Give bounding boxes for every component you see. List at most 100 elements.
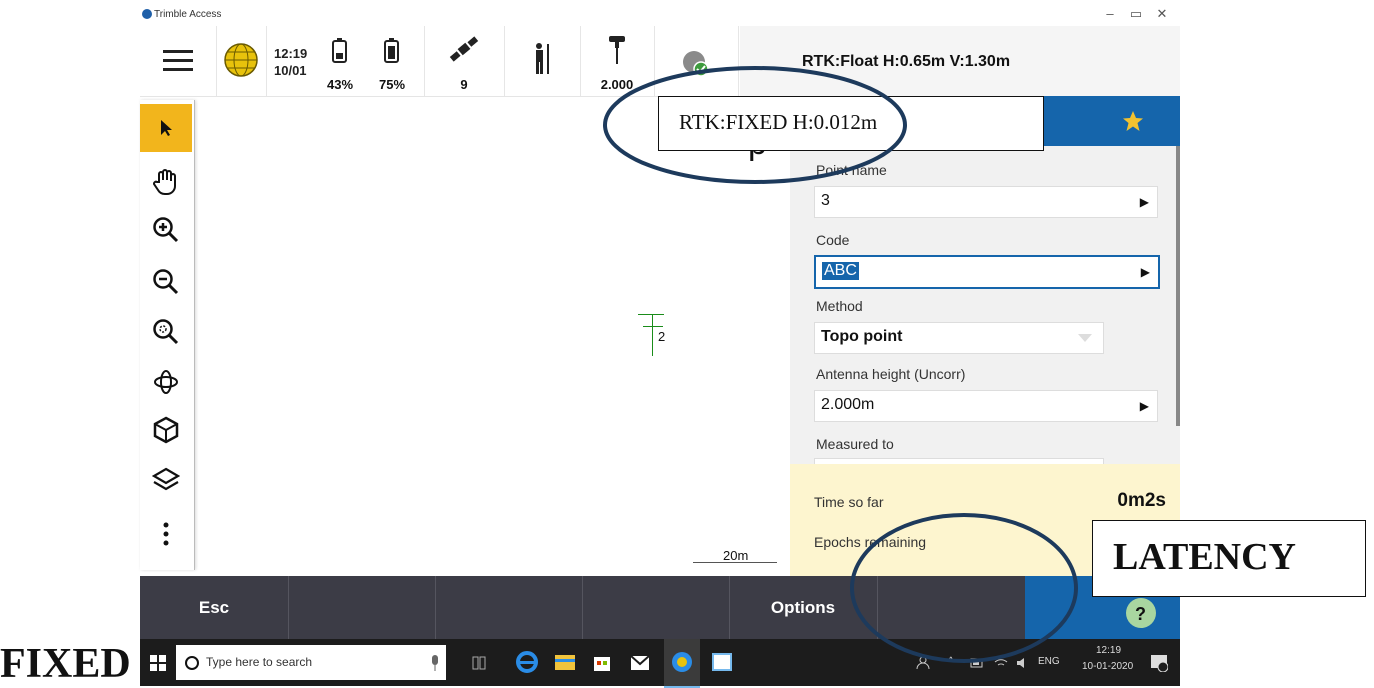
- antenna-button[interactable]: 2.000: [580, 26, 655, 96]
- rtk-fixed-callout: RTK:FIXED H:0.012m: [658, 96, 1044, 151]
- battery-1[interactable]: 43%: [320, 26, 360, 96]
- satellite-count: 9: [460, 77, 468, 92]
- rtk-status-text: RTK:Float H:0.65m V:1.30m: [802, 53, 1011, 70]
- battery-2[interactable]: 75%: [360, 26, 425, 96]
- status-time: 12:19: [274, 46, 308, 61]
- method-dropdown[interactable]: Topo point: [814, 322, 1104, 354]
- input-language[interactable]: ENG: [1038, 656, 1060, 667]
- epochs-remaining-label: Epochs remaining: [814, 534, 927, 550]
- taskbar-date[interactable]: 10-01-2020: [1082, 661, 1133, 672]
- battery-tray-icon[interactable]: [970, 658, 984, 668]
- latency-callout: LATENCY: [1092, 520, 1366, 597]
- point-marker: [643, 326, 663, 327]
- arrow-right-icon[interactable]: ▶: [1141, 265, 1150, 279]
- windows-taskbar: Type here to search ^ ENG 12:19 10-01-20…: [140, 639, 1180, 688]
- antenna-height: 2.000: [600, 77, 634, 92]
- antenna-height-value: 2.000m: [821, 396, 875, 413]
- battery-icon: [384, 38, 399, 63]
- arrow-right-icon[interactable]: ▶: [1140, 399, 1149, 413]
- point-crosshair-h: [638, 314, 664, 315]
- people-icon[interactable]: [916, 656, 930, 670]
- favorite-star-icon[interactable]: [1122, 110, 1144, 132]
- point-name-field[interactable]: 3 ▶: [814, 186, 1158, 218]
- wifi-icon[interactable]: [994, 657, 1008, 669]
- rtk-status-area[interactable]: RTK:Float H:0.65m V:1.30m: [740, 26, 1180, 96]
- code-field[interactable]: ABC ▶: [814, 255, 1160, 289]
- trimble-taskbar-button[interactable]: [664, 639, 700, 688]
- latency-text: LATENCY: [1113, 536, 1296, 578]
- antenna-height-label: Antenna height (Uncorr): [816, 366, 966, 382]
- task-view-icon[interactable]: [472, 656, 486, 670]
- map-view[interactable]: 2 20m p: [196, 96, 790, 576]
- zoom-out-tool[interactable]: [140, 258, 192, 306]
- measure-points-panel: Point name 3 ▶ Code ABC ▶ Method Topo po…: [790, 96, 1180, 576]
- taskbar-search-box[interactable]: Type here to search: [176, 645, 446, 680]
- store-icon[interactable]: [592, 652, 612, 672]
- instrument-button[interactable]: [504, 26, 581, 96]
- zoom-in-tool[interactable]: [140, 206, 192, 254]
- battery-icon: [332, 38, 347, 63]
- zoom-extents-icon: [153, 319, 179, 345]
- status-date: 10/01: [274, 63, 307, 78]
- taskbar-time[interactable]: 12:19: [1096, 645, 1121, 656]
- esc-button[interactable]: Esc: [140, 576, 289, 639]
- chevron-up-icon[interactable]: ^: [948, 654, 954, 668]
- notification-icon[interactable]: [1150, 654, 1168, 672]
- time-so-far-value: 0m2s: [1117, 490, 1166, 511]
- point-name-value: 3: [821, 192, 830, 209]
- mail-icon[interactable]: [630, 655, 650, 671]
- softkey-4[interactable]: [582, 576, 730, 639]
- window-titlebar: [140, 0, 1180, 26]
- zoom-out-icon: [153, 269, 179, 295]
- windows-start-icon[interactable]: [150, 655, 166, 671]
- code-label: Code: [816, 232, 850, 248]
- measured-to-label: Measured to: [816, 436, 894, 452]
- select-tool[interactable]: [140, 104, 192, 152]
- antenna-height-field[interactable]: 2.000m ▶: [814, 390, 1158, 422]
- zoom-extents-tool[interactable]: [140, 308, 192, 356]
- 3d-view-tool[interactable]: [140, 406, 192, 454]
- softkey-6[interactable]: [877, 576, 1026, 639]
- hamburger-menu-icon: [163, 50, 193, 71]
- time-so-far-label: Time so far: [814, 494, 884, 510]
- measure-icon: ?: [1125, 597, 1156, 628]
- satellites-button[interactable]: 9: [424, 26, 505, 96]
- battery-2-level: 75%: [378, 77, 406, 92]
- svg-text:?: ?: [1135, 604, 1146, 624]
- panel-scrollbar[interactable]: [1176, 146, 1180, 426]
- restore-button[interactable]: ▭: [1126, 6, 1146, 22]
- map-point-label: 2: [658, 329, 666, 344]
- file-explorer-icon[interactable]: [554, 653, 576, 671]
- arrow-right-icon[interactable]: ▶: [1140, 195, 1149, 209]
- layers-tool[interactable]: [140, 456, 192, 504]
- network-status-icon: [683, 51, 709, 77]
- orbit-tool[interactable]: [140, 358, 192, 406]
- app-window-icon[interactable]: [712, 653, 732, 671]
- menu-button[interactable]: [140, 26, 217, 96]
- trimble-logo-icon: [142, 9, 152, 19]
- window-title: Trimble Access: [154, 9, 222, 20]
- pan-tool[interactable]: [140, 158, 192, 206]
- layers-icon: [152, 467, 180, 491]
- globe-icon: [224, 43, 258, 77]
- taskbar-search-placeholder: Type here to search: [206, 655, 313, 669]
- status-bar: 12:19 10/01 43% 75% 9 2.000 RTK:Float H:…: [140, 26, 1180, 97]
- softkey-3[interactable]: [435, 576, 583, 639]
- volume-icon[interactable]: [1016, 657, 1030, 669]
- pointer-arrow-icon: [161, 120, 172, 136]
- edge-browser-icon[interactable]: [516, 651, 538, 673]
- method-label: Method: [816, 298, 863, 314]
- options-button[interactable]: Options: [729, 576, 878, 639]
- globe-button[interactable]: [216, 26, 267, 96]
- connection-button[interactable]: [654, 26, 739, 96]
- search-circle-icon: [185, 656, 199, 670]
- more-vertical-icon: [163, 522, 169, 546]
- minimize-button[interactable]: –: [1100, 6, 1120, 21]
- point-name-label: Point name: [816, 162, 887, 178]
- microphone-icon[interactable]: [430, 655, 440, 671]
- map-toolbar: [140, 100, 195, 570]
- close-button[interactable]: ✕: [1152, 6, 1172, 22]
- softkey-2[interactable]: [288, 576, 436, 639]
- gnss-antenna-icon: [609, 36, 625, 64]
- more-tools-button[interactable]: [140, 510, 192, 558]
